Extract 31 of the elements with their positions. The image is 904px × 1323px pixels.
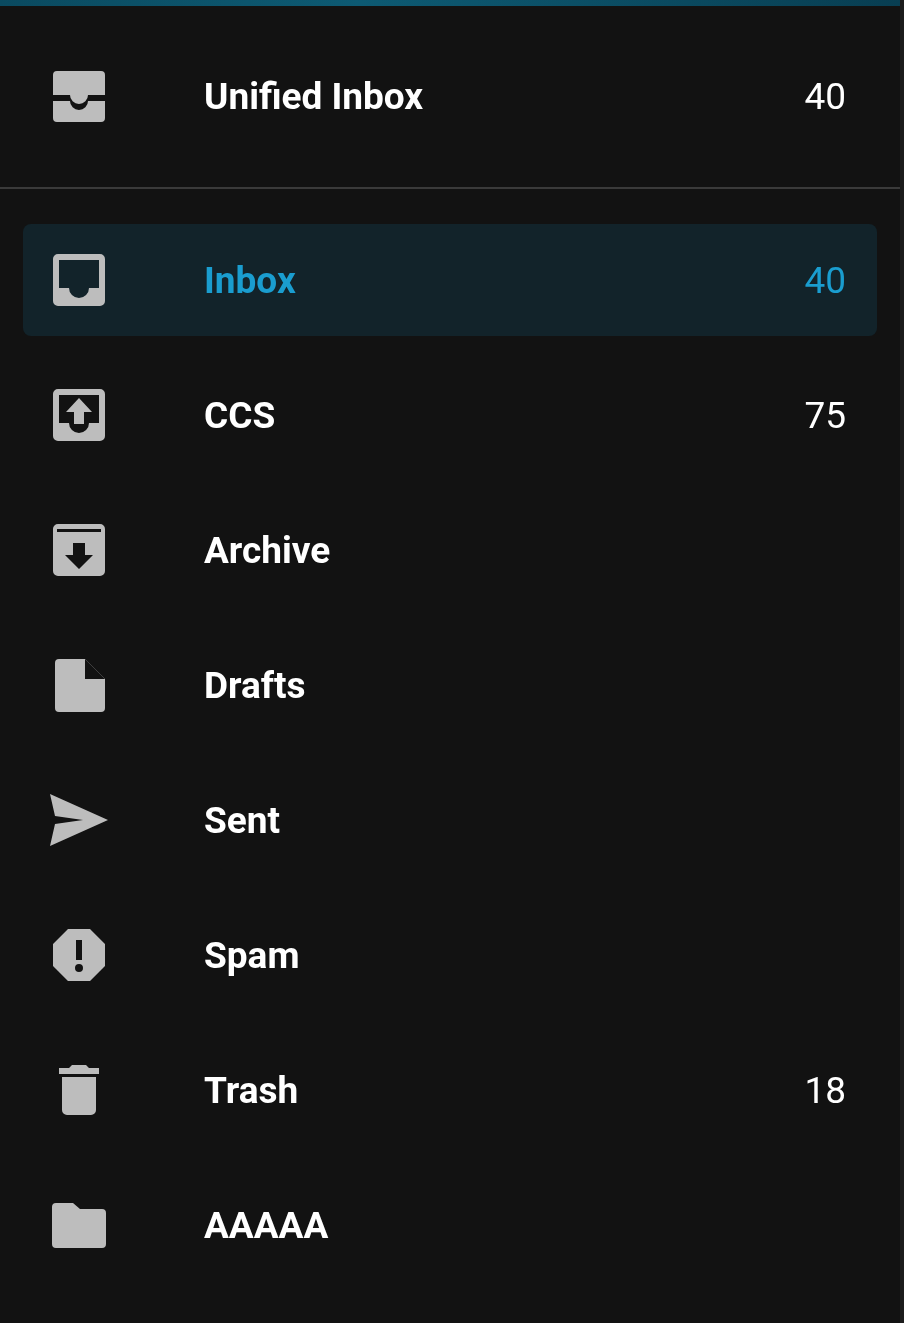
folder-name: Trash [204, 1068, 300, 1112]
folder-item[interactable]: Drafts [23, 629, 877, 741]
folder-name: Sent [204, 798, 282, 842]
folder-item[interactable]: Trash 18 [23, 1034, 877, 1146]
folder-name: Spam [204, 933, 301, 977]
folder-item[interactable]: Sent [23, 764, 877, 876]
folder-name: Inbox [204, 258, 297, 302]
folder-item[interactable]: Inbox 40 [23, 224, 877, 336]
folder-item[interactable]: Spam [23, 899, 877, 1011]
folder-item[interactable]: Archive [23, 494, 877, 606]
folder-name: Archive [204, 528, 332, 572]
send-icon [49, 793, 109, 847]
folder-name: CCS [204, 393, 277, 437]
tray-stack-icon [52, 69, 106, 124]
inbox-icon [52, 253, 106, 307]
unread-count: 40 [804, 258, 846, 302]
folder-name: Drafts [204, 663, 307, 707]
unread-count: 40 [804, 75, 846, 118]
folder-item[interactable]: CCS 75 [23, 359, 877, 471]
outbox-icon [52, 388, 106, 442]
unread-count: 75 [804, 393, 846, 437]
octagon-alert-icon [52, 928, 106, 982]
folder-item[interactable]: Unified Inbox 40 [23, 6, 877, 187]
archive-box-icon [52, 523, 106, 577]
folder-icon [51, 1201, 107, 1249]
unread-count: 18 [804, 1068, 846, 1112]
trash-icon [58, 1064, 100, 1116]
folder-item[interactable]: AAAAA [23, 1169, 877, 1281]
document-icon [52, 658, 106, 712]
folder-name: AAAAA [204, 1203, 330, 1247]
folder-name: Unified Inbox [204, 75, 425, 118]
